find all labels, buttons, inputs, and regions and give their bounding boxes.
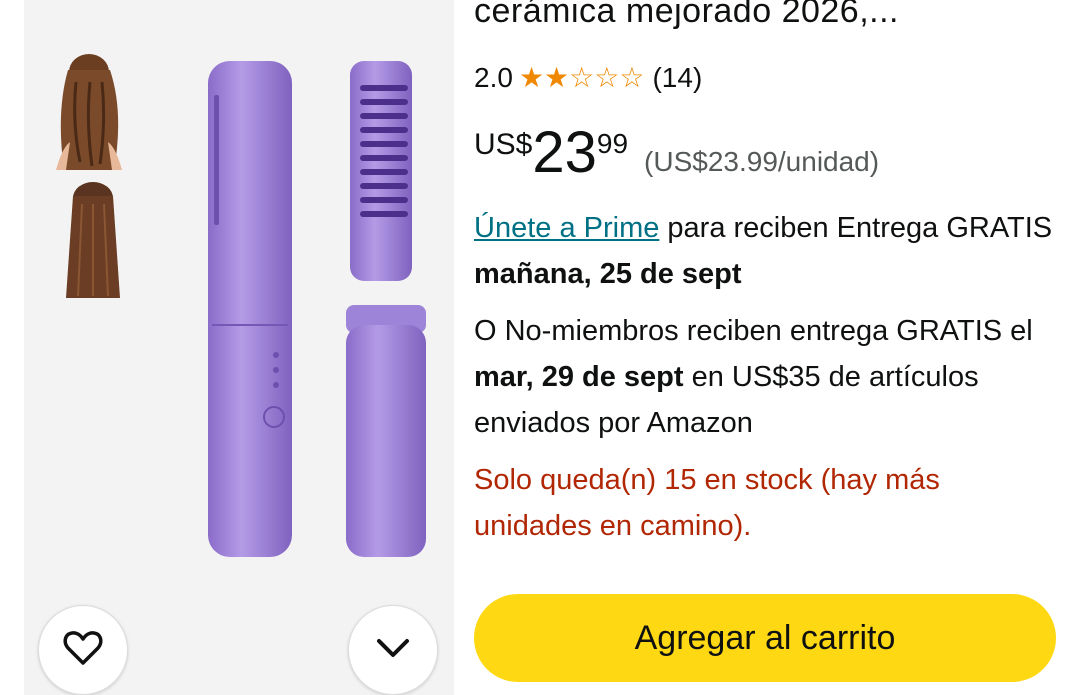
heart-icon [63, 630, 103, 671]
rating-row[interactable]: 2.0 ★ ★ ☆ ☆ ☆ (14) [474, 62, 702, 94]
more-images-button[interactable] [348, 605, 438, 695]
product-image-hair-straightener[interactable] [200, 55, 440, 565]
price-whole: 23 [532, 120, 597, 185]
prime-delivery-date: mañana, 25 de sept [474, 258, 742, 290]
join-prime-link[interactable]: Únete a Prime [474, 212, 659, 244]
price: US$ 23 99 (US$23.99/unidad) [474, 118, 879, 182]
star-icon: ☆ [569, 62, 595, 93]
add-to-cart-button[interactable]: Agregar al carrito [474, 594, 1056, 682]
prime-delivery-message: Únete a Prime para reciben Entrega GRATI… [474, 205, 1064, 297]
star-icon: ★ [544, 62, 570, 93]
star-icon: ☆ [594, 62, 620, 93]
review-count[interactable]: (14) [652, 62, 702, 94]
chevron-down-icon [375, 637, 411, 664]
nonmember-text: O No-miembros reciben entrega GRATIS el [474, 315, 1033, 347]
price-currency: US$ [474, 128, 533, 161]
nonmember-delivery-date: mar, 29 de sept [474, 361, 684, 393]
rating-stars[interactable]: ★ ★ ☆ ☆ ☆ [519, 64, 645, 92]
star-icon: ☆ [619, 62, 645, 93]
nonmember-delivery-message: O No-miembros reciben entrega GRATIS el … [474, 308, 1064, 446]
rating-value: 2.0 [474, 62, 513, 93]
price-fraction: 99 [596, 128, 629, 159]
prime-text: para reciben Entrega GRATIS [659, 212, 1053, 244]
stock-message: Solo queda(n) 15 en stock (hay más unida… [474, 464, 940, 542]
thumbnail-curly-hair[interactable] [46, 52, 132, 170]
unit-price: (US$23.99/unidad) [644, 146, 880, 177]
product-title[interactable]: cerámica mejorado 2026,... [474, 0, 899, 31]
favorite-button[interactable] [38, 605, 128, 695]
star-icon: ★ [518, 62, 545, 93]
thumbnail-straight-hair[interactable] [50, 180, 136, 298]
